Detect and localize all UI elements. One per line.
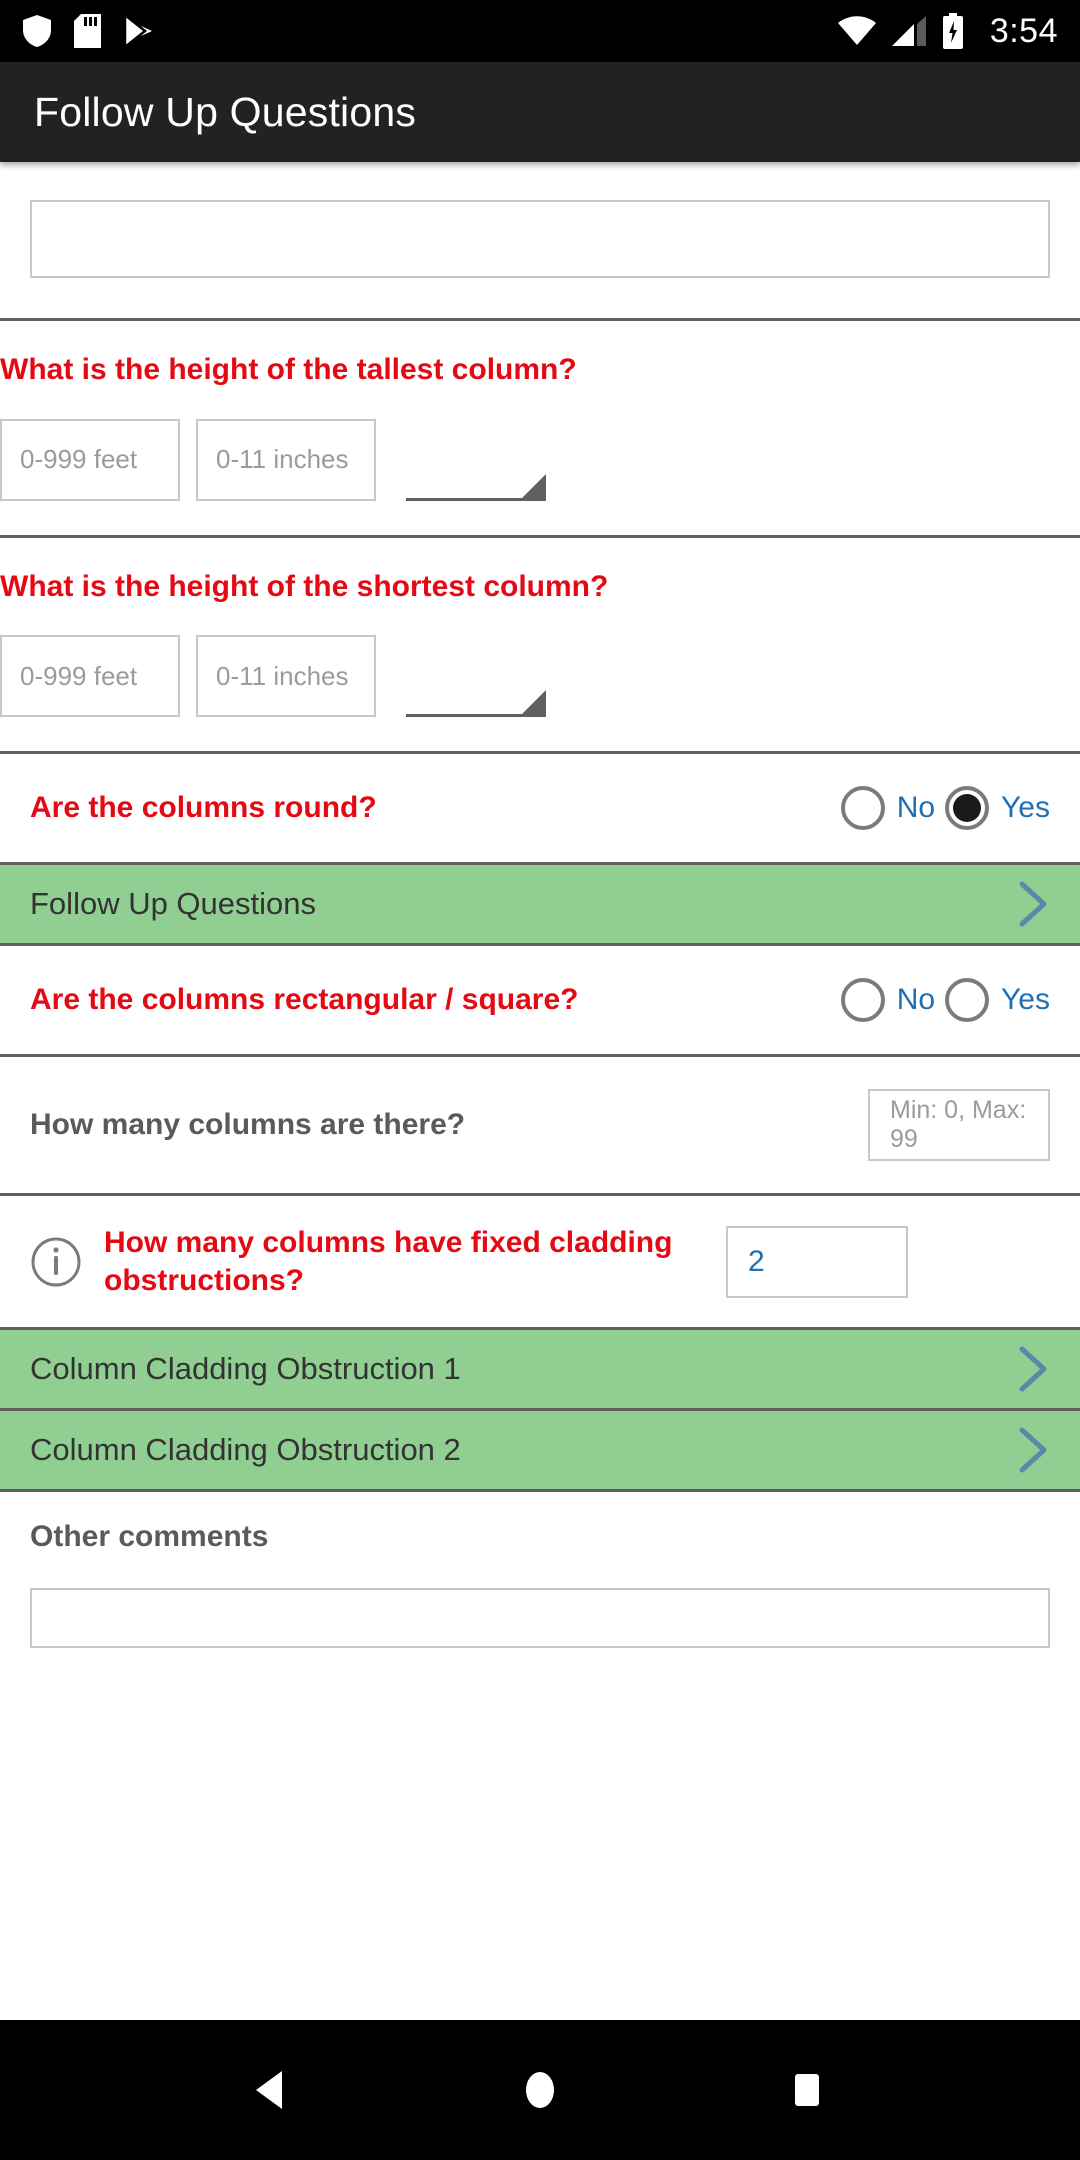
- columns-round-no-label: No: [896, 791, 936, 824]
- columns-round-row: Are the columns round? No Yes: [0, 754, 1080, 862]
- columns-round-no-option[interactable]: No: [840, 786, 936, 830]
- other-comments-label: Other comments: [30, 1520, 269, 1553]
- shortest-column-inches-input[interactable]: 0-11 inches: [196, 635, 376, 717]
- form-scroll-area[interactable]: What is the height of the tallest column…: [0, 162, 1080, 2020]
- follow-up-questions-label: Follow Up Questions: [30, 886, 317, 921]
- recents-square-icon: [794, 2074, 819, 2106]
- spinner-dropdown-triangle-icon: [522, 690, 546, 714]
- home-circle-icon: [525, 2072, 554, 2108]
- top-text-field-section: [0, 162, 1080, 318]
- android-nav-bar: [0, 2020, 1080, 2160]
- cladding-obstructions-input[interactable]: 2: [726, 1225, 908, 1298]
- column-cladding-obstruction-1-label: Column Cladding Obstruction 1: [30, 1351, 461, 1386]
- app-bar: Follow Up Questions: [0, 62, 1080, 162]
- cladding-obstructions-question: How many columns have fixed cladding obs…: [104, 1226, 673, 1297]
- tallest-column-feet-input[interactable]: 0-999 feet: [0, 418, 180, 501]
- wifi-icon: [837, 16, 876, 46]
- column-cladding-obstruction-1-row[interactable]: Column Cladding Obstruction 1: [0, 1330, 1080, 1408]
- columns-rectangular-no-label: No: [896, 983, 936, 1016]
- columns-rectangular-row: Are the columns rectangular / square? No…: [0, 946, 1080, 1054]
- sd-card-icon: [74, 14, 101, 48]
- chevron-right-icon: [1016, 1346, 1050, 1392]
- column-cladding-obstruction-2-row[interactable]: Column Cladding Obstruction 2: [0, 1411, 1080, 1489]
- columns-rectangular-no-option[interactable]: No: [840, 978, 936, 1022]
- play-store-icon: [123, 14, 153, 48]
- shortest-column-feet-input[interactable]: 0-999 feet: [0, 635, 180, 717]
- status-bar-left-icons: [22, 14, 153, 48]
- columns-count-placeholder: Min: 0, Max: 99: [890, 1096, 1027, 1153]
- tallest-column-feet-placeholder: 0-999 feet: [20, 444, 138, 474]
- columns-rectangular-yes-radio[interactable]: [945, 978, 990, 1022]
- other-comments-section: Other comments: [0, 1492, 1080, 1648]
- columns-count-row: How many columns are there? Min: 0, Max:…: [0, 1057, 1080, 1193]
- page-title: Follow Up Questions: [34, 88, 417, 135]
- cellular-signal-icon: [891, 16, 926, 46]
- columns-round-yes-label: Yes: [1001, 791, 1050, 824]
- columns-rectangular-yes-label: Yes: [1001, 983, 1050, 1016]
- status-bar-right-icons: 3:54: [837, 11, 1058, 51]
- columns-round-question: Are the columns round?: [30, 791, 377, 825]
- status-bar: 3:54: [0, 0, 1080, 62]
- top-text-input[interactable]: [30, 200, 1050, 278]
- columns-count-input[interactable]: Min: 0, Max: 99: [868, 1089, 1050, 1161]
- phone-screen: 3:54 Follow Up Questions What is the hei…: [0, 0, 1080, 2160]
- shortest-column-question: What is the height of the shortest colum…: [0, 569, 609, 603]
- columns-round-yes-radio[interactable]: [945, 786, 990, 830]
- nav-home-button[interactable]: [480, 2020, 600, 2160]
- chevron-right-icon: [1016, 881, 1050, 927]
- nav-recents-button[interactable]: [747, 2020, 867, 2160]
- back-triangle-icon: [256, 2071, 283, 2109]
- cladding-obstructions-value: 2: [748, 1244, 765, 1278]
- columns-rectangular-yes-option[interactable]: Yes: [945, 978, 1050, 1022]
- nav-back-button[interactable]: [213, 2020, 333, 2160]
- tallest-column-section: What is the height of the tallest column…: [0, 321, 1080, 535]
- columns-round-no-radio[interactable]: [840, 786, 885, 830]
- other-comments-input[interactable]: [30, 1588, 1050, 1648]
- battery-charging-icon: [942, 13, 964, 49]
- column-cladding-obstruction-2-label: Column Cladding Obstruction 2: [30, 1432, 461, 1467]
- shield-icon: [22, 14, 52, 48]
- tallest-column-inches-input[interactable]: 0-11 inches: [196, 418, 376, 501]
- columns-round-yes-option[interactable]: Yes: [945, 786, 1050, 830]
- columns-round-radio-group: No Yes: [840, 786, 1050, 830]
- status-bar-clock: 3:54: [989, 11, 1058, 50]
- spinner-underline: [406, 714, 546, 717]
- chevron-right-icon: [1016, 1427, 1050, 1473]
- cladding-obstructions-row: How many columns have fixed cladding obs…: [0, 1196, 1080, 1327]
- spinner-dropdown-triangle-icon: [522, 473, 546, 498]
- columns-count-question: How many columns are there?: [30, 1108, 466, 1142]
- spinner-underline: [406, 497, 546, 501]
- columns-rectangular-radio-group: No Yes: [840, 978, 1050, 1022]
- info-icon[interactable]: [30, 1236, 82, 1288]
- shortest-column-unit-spinner[interactable]: [406, 635, 546, 717]
- columns-rectangular-question: Are the columns rectangular / square?: [30, 983, 579, 1017]
- columns-rectangular-no-radio[interactable]: [840, 978, 885, 1022]
- shortest-column-inches-placeholder: 0-11 inches: [216, 660, 349, 691]
- shortest-column-section: What is the height of the shortest colum…: [0, 537, 1080, 751]
- tallest-column-inches-placeholder: 0-11 inches: [216, 444, 349, 474]
- follow-up-questions-link-row[interactable]: Follow Up Questions: [0, 865, 1080, 943]
- shortest-column-feet-placeholder: 0-999 feet: [20, 660, 138, 691]
- tallest-column-unit-spinner[interactable]: [406, 419, 546, 501]
- tallest-column-question: What is the height of the tallest column…: [0, 353, 577, 386]
